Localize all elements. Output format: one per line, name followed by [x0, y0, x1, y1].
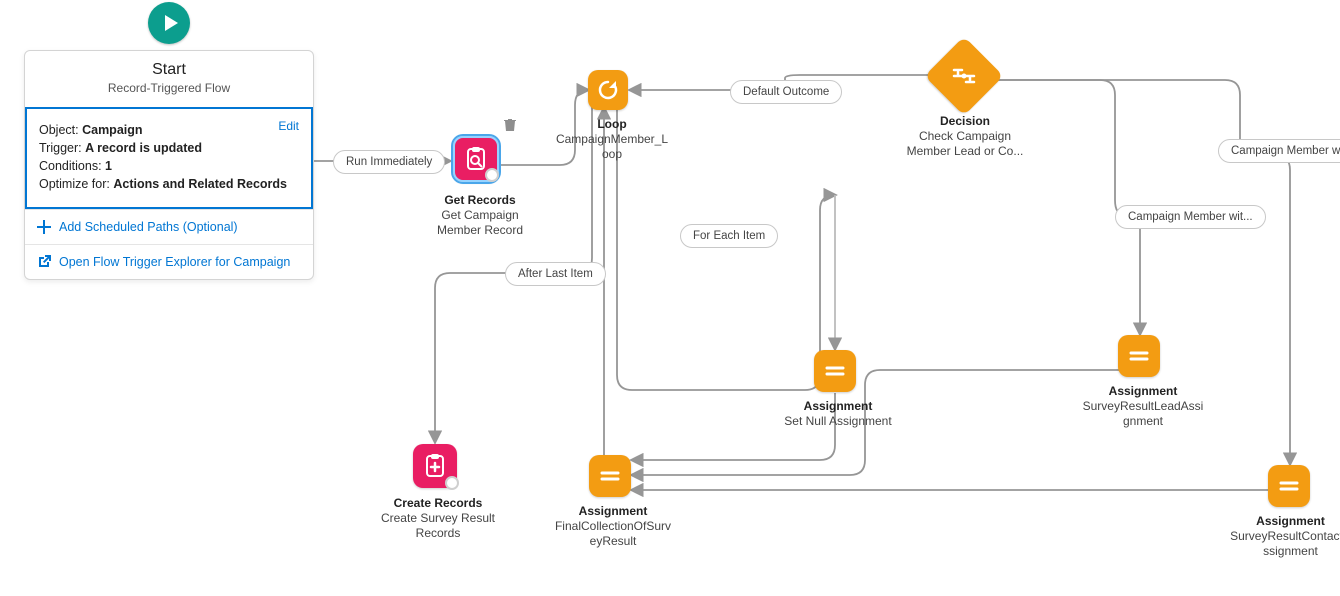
decision-icon: [936, 48, 992, 104]
lead-assignment-node[interactable]: [1118, 335, 1160, 377]
create-records-node[interactable]: [413, 444, 457, 488]
start-config-panel[interactable]: Edit Object: Campaign Trigger: A record …: [25, 107, 313, 209]
loop-label: Loop CampaignMember_L oop: [553, 117, 671, 162]
prop-optimize: Optimize for: Actions and Related Record…: [39, 177, 299, 191]
play-icon: [163, 14, 179, 32]
start-title: Start: [37, 61, 301, 79]
edge-default-outcome[interactable]: Default Outcome: [730, 80, 842, 104]
assignment-icon: [823, 359, 847, 383]
edge-after-last-item[interactable]: After Last Item: [505, 262, 606, 286]
final-assignment-node[interactable]: [589, 455, 631, 497]
start-subtitle: Record-Triggered Flow: [37, 81, 301, 95]
assignment-icon: [598, 464, 622, 488]
prop-trigger: Trigger: A record is updated: [39, 141, 299, 155]
plus-icon: [37, 220, 51, 234]
loop-node[interactable]: [588, 70, 628, 110]
edge-campaign-member-2[interactable]: Campaign Member wit...: [1218, 139, 1340, 163]
edit-link[interactable]: Edit: [278, 119, 299, 133]
start-header: Start Record-Triggered Flow: [25, 51, 313, 107]
edge-for-each-item[interactable]: For Each Item: [680, 224, 778, 248]
create-records-icon: [422, 453, 448, 479]
edge-run-immediately[interactable]: Run Immediately: [333, 150, 445, 174]
set-null-assignment-node[interactable]: [814, 350, 856, 392]
loop-icon: [596, 78, 620, 102]
assignment-icon: [1127, 344, 1151, 368]
add-scheduled-paths-link[interactable]: Add Scheduled Paths (Optional): [25, 209, 313, 244]
open-flow-trigger-explorer-link[interactable]: Open Flow Trigger Explorer for Campaign: [25, 244, 313, 279]
start-card: Start Record-Triggered Flow Edit Object:…: [24, 50, 314, 280]
node-badge: [445, 476, 459, 490]
create-records-label: Create Records Create Survey Result Reco…: [373, 496, 503, 541]
set-null-assignment-label: Assignment Set Null Assignment: [778, 399, 898, 429]
get-records-icon: [463, 146, 489, 172]
start-node[interactable]: Start Record-Triggered Flow Edit Object:…: [24, 2, 314, 280]
contact-assignment-label: Assignment SurveyResultContactA ssignmen…: [1223, 514, 1340, 559]
external-link-icon: [37, 255, 51, 269]
start-footer: Add Scheduled Paths (Optional) Open Flow…: [25, 209, 313, 279]
get-records-label: Get Records Get Campaign Member Record: [415, 193, 545, 238]
edge-campaign-member-1[interactable]: Campaign Member wit...: [1115, 205, 1266, 229]
assignment-icon: [1277, 474, 1301, 498]
start-play-button[interactable]: [148, 2, 190, 44]
prop-object: Object: Campaign: [39, 123, 299, 137]
node-badge: [485, 168, 499, 182]
final-assignment-label: Assignment FinalCollectionOfSurv eyResul…: [548, 504, 678, 549]
contact-assignment-node[interactable]: [1268, 465, 1310, 507]
trash-icon[interactable]: [503, 118, 517, 135]
prop-conditions: Conditions: 1: [39, 159, 299, 173]
get-records-node[interactable]: [453, 136, 499, 182]
lead-assignment-label: Assignment SurveyResultLeadAssi gnment: [1078, 384, 1208, 429]
decision-label: Decision Check Campaign Member Lead or C…: [905, 114, 1025, 159]
